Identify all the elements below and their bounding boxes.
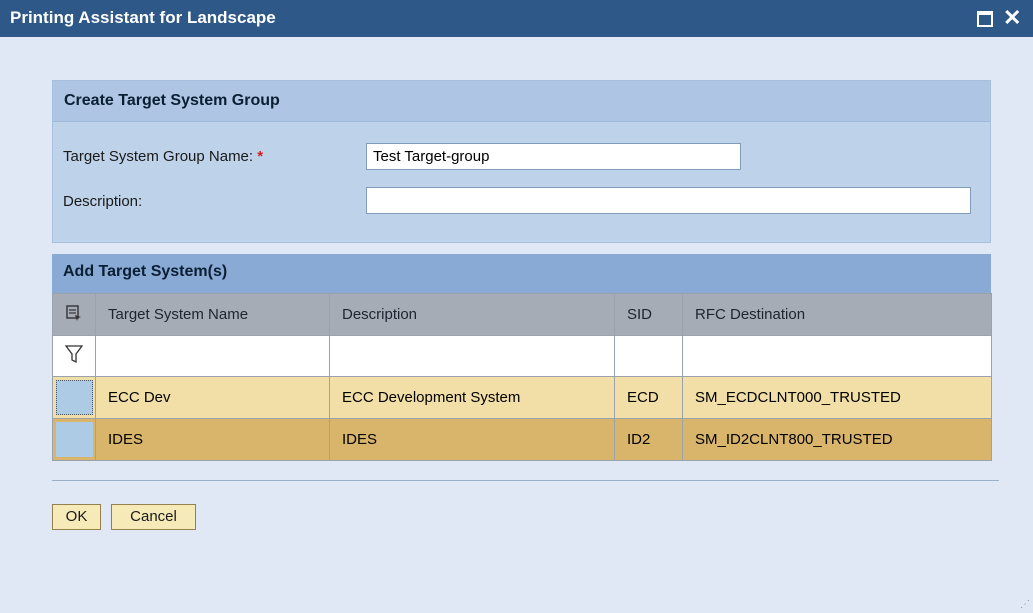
group-name-label: Target System Group Name: * bbox=[63, 148, 264, 165]
footer-divider bbox=[52, 480, 999, 481]
cell-name: ECC Dev bbox=[95, 376, 330, 419]
table-row[interactable]: IDES IDES ID2 SM_ID2CLNT800_TRUSTED bbox=[52, 418, 992, 461]
create-group-heading: Create Target System Group bbox=[64, 92, 280, 109]
table-header-row: Target System Name Description SID RFC D… bbox=[52, 293, 992, 336]
maximize-icon[interactable] bbox=[977, 11, 993, 27]
description-input[interactable] bbox=[366, 187, 971, 214]
column-header-target-system-name[interactable]: Target System Name bbox=[95, 293, 330, 336]
window-title: Printing Assistant for Landscape bbox=[10, 8, 276, 27]
row-selector[interactable] bbox=[52, 376, 96, 419]
create-group-header: Create Target System Group bbox=[53, 81, 990, 122]
cell-rfc: SM_ECDCLNT000_TRUSTED bbox=[682, 376, 992, 419]
select-all-icon[interactable] bbox=[66, 304, 82, 321]
table-row[interactable]: ECC Dev ECC Development System ECD SM_EC… bbox=[52, 376, 992, 419]
filter-icon[interactable] bbox=[64, 344, 84, 364]
row-select-box[interactable] bbox=[55, 422, 93, 457]
add-systems-header: Add Target System(s) bbox=[52, 254, 991, 293]
column-header-rfc-destination[interactable]: RFC Destination bbox=[682, 293, 992, 336]
close-icon[interactable]: ✕ bbox=[1003, 5, 1021, 31]
target-systems-table: Target System Name Description SID RFC D… bbox=[52, 293, 992, 461]
cell-rfc: SM_ID2CLNT800_TRUSTED bbox=[682, 418, 992, 461]
cancel-button[interactable]: Cancel bbox=[111, 504, 196, 530]
filter-row bbox=[52, 335, 992, 377]
description-label: Description: bbox=[63, 193, 143, 210]
ok-button[interactable]: OK bbox=[52, 504, 101, 530]
cell-description: ECC Development System bbox=[329, 376, 615, 419]
column-header-description[interactable]: Description bbox=[329, 293, 615, 336]
filter-input-name[interactable] bbox=[95, 335, 330, 377]
required-marker: * bbox=[257, 148, 264, 165]
group-name-input[interactable] bbox=[366, 143, 741, 170]
cell-description: IDES bbox=[329, 418, 615, 461]
cell-sid: ECD bbox=[614, 376, 683, 419]
filter-cell[interactable] bbox=[52, 335, 96, 377]
column-header-sid[interactable]: SID bbox=[614, 293, 683, 336]
filter-input-description[interactable] bbox=[329, 335, 615, 377]
row-selector[interactable] bbox=[52, 418, 96, 461]
cell-name: IDES bbox=[95, 418, 330, 461]
cell-sid: ID2 bbox=[614, 418, 683, 461]
window-titlebar: Printing Assistant for Landscape ✕ bbox=[0, 0, 1033, 37]
select-all-cell[interactable] bbox=[52, 293, 96, 336]
filter-input-rfc[interactable] bbox=[682, 335, 992, 377]
resize-grip-icon[interactable]: ⋰ bbox=[1020, 599, 1030, 610]
add-systems-heading: Add Target System(s) bbox=[63, 263, 228, 280]
row-select-box[interactable] bbox=[55, 380, 93, 415]
filter-input-sid[interactable] bbox=[614, 335, 683, 377]
